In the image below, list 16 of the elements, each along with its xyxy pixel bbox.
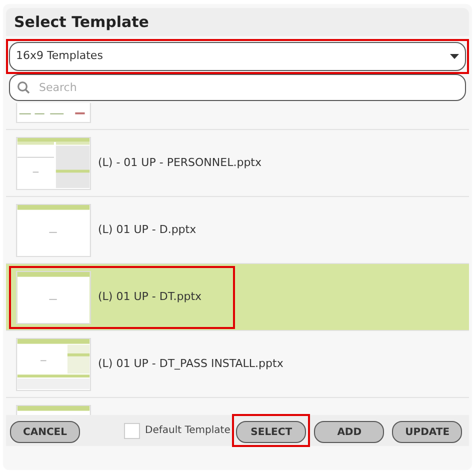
dropdown-caret-icon — [450, 54, 459, 59]
template-name: (L) 01 UP - DT_PASS INSTALL.pptx — [98, 356, 284, 372]
dialog-button[interactable]: UPDATE — [392, 421, 462, 444]
search-icon — [17, 81, 30, 94]
dialog-title: Select Template — [14, 12, 149, 33]
template-name: (L) 01 UP - DT.pptx — [98, 288, 202, 305]
search-field[interactable]: Search — [9, 74, 466, 101]
template-row[interactable]: (L) 01 UP - DT.pptx — [6, 264, 469, 331]
default-template-label: Default Template — [145, 424, 230, 438]
dialog-button[interactable]: SELECT — [236, 421, 306, 444]
dialog-button[interactable]: CANCEL — [10, 421, 80, 444]
template-set-dropdown[interactable]: 16x9 Templates — [9, 42, 466, 71]
default-template-checkbox[interactable] — [124, 422, 140, 438]
template-name: (L) - 01 UP - PERSONNEL.pptx — [98, 154, 262, 171]
template-name: (L) 01 UP - D.pptx — [98, 222, 196, 238]
dialog-button[interactable]: ADD — [314, 421, 384, 444]
